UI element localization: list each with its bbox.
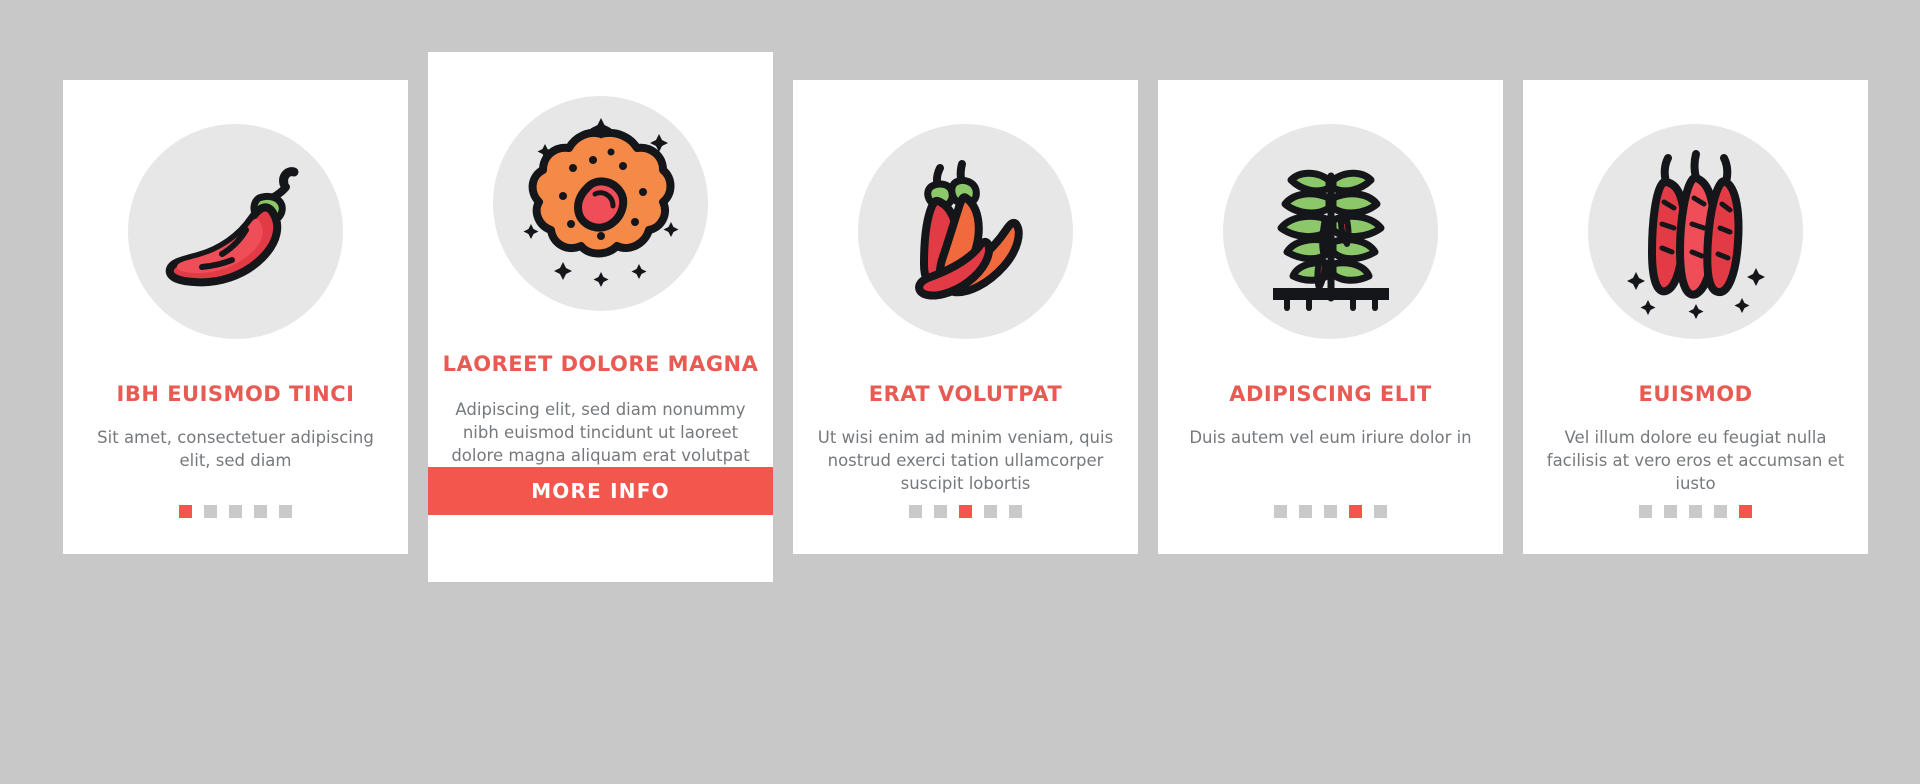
- pagination-dot[interactable]: [1714, 505, 1727, 518]
- illustration-circle-1: [128, 124, 343, 339]
- illustration-circle-5: [1588, 124, 1803, 339]
- pagination-dot[interactable]: [1664, 505, 1677, 518]
- chili-plant-icon: [1272, 169, 1389, 311]
- pagination-dot[interactable]: [1299, 505, 1312, 518]
- card-body: Ut wisi enim ad minim veniam, quis nostr…: [817, 428, 1114, 493]
- onboarding-card-4[interactable]: ADIPISCING ELIT Duis autem vel eum iriur…: [1158, 80, 1503, 554]
- card-title: ADIPISCING ELIT: [1229, 382, 1432, 406]
- card-body: Sit amet, consectetuer adipiscing elit, …: [97, 428, 374, 470]
- card-title: EUISMOD: [1638, 382, 1753, 406]
- illustration-circle-2: [493, 96, 708, 311]
- pagination-dots-4[interactable]: [1158, 505, 1503, 518]
- pagination-dot[interactable]: [1324, 505, 1337, 518]
- illustration-circle-4: [1223, 124, 1438, 339]
- onboarding-card-2[interactable]: LAOREET DOLORE MAGNA Adipiscing elit, se…: [428, 52, 773, 582]
- pagination-dots-3[interactable]: [793, 505, 1138, 518]
- pagination-dot[interactable]: [984, 505, 997, 518]
- pagination-dot[interactable]: [204, 505, 217, 518]
- pagination-dot[interactable]: [1274, 505, 1287, 518]
- card-title: LAOREET DOLORE MAGNA: [442, 352, 759, 376]
- pagination-dot[interactable]: [1009, 505, 1022, 518]
- pagination-dot[interactable]: [934, 505, 947, 518]
- onboarding-card-3[interactable]: ERAT VOLUTPAT Ut wisi enim ad minim veni…: [793, 80, 1138, 554]
- pagination-dot[interactable]: [1739, 505, 1752, 518]
- pagination-dot[interactable]: [279, 505, 292, 518]
- dried-chili-peppers-icon: [1626, 149, 1765, 319]
- pagination-dot[interactable]: [959, 505, 972, 518]
- pagination-dot[interactable]: [1689, 505, 1702, 518]
- card-body: Adipiscing elit, sed diam nonummy nibh e…: [451, 400, 750, 465]
- illustration-circle-3: [858, 124, 1073, 339]
- pagination-dots-1[interactable]: [63, 505, 408, 518]
- pagination-dot[interactable]: [229, 505, 242, 518]
- onboarding-screens-canvas: IBH EUISMOD TINCI Sit amet, consectetuer…: [0, 0, 1920, 784]
- pagination-dot[interactable]: [1374, 505, 1387, 518]
- pagination-dot[interactable]: [1349, 505, 1362, 518]
- pagination-dots-5[interactable]: [1523, 505, 1868, 518]
- onboarding-card-5[interactable]: EUISMOD Vel illum dolore eu feugiat null…: [1523, 80, 1868, 554]
- pagination-dot[interactable]: [1639, 505, 1652, 518]
- chili-peppers-group-icon: [914, 159, 1023, 299]
- pagination-dot[interactable]: [179, 505, 192, 518]
- card-body: Duis autem vel eum iriure dolor in: [1189, 428, 1472, 447]
- card-body: Vel illum dolore eu feugiat nulla facili…: [1546, 428, 1845, 493]
- chili-flakes-pile-icon: [523, 117, 678, 287]
- pagination-dot[interactable]: [254, 505, 267, 518]
- card-title: ERAT VOLUTPAT: [868, 382, 1063, 406]
- card-title: IBH EUISMOD TINCI: [116, 382, 355, 406]
- onboarding-card-1[interactable]: IBH EUISMOD TINCI Sit amet, consectetuer…: [63, 80, 408, 554]
- chili-pepper-single-icon: [165, 166, 298, 286]
- pagination-dot[interactable]: [909, 505, 922, 518]
- more-info-button[interactable]: MORE INFO: [428, 467, 773, 515]
